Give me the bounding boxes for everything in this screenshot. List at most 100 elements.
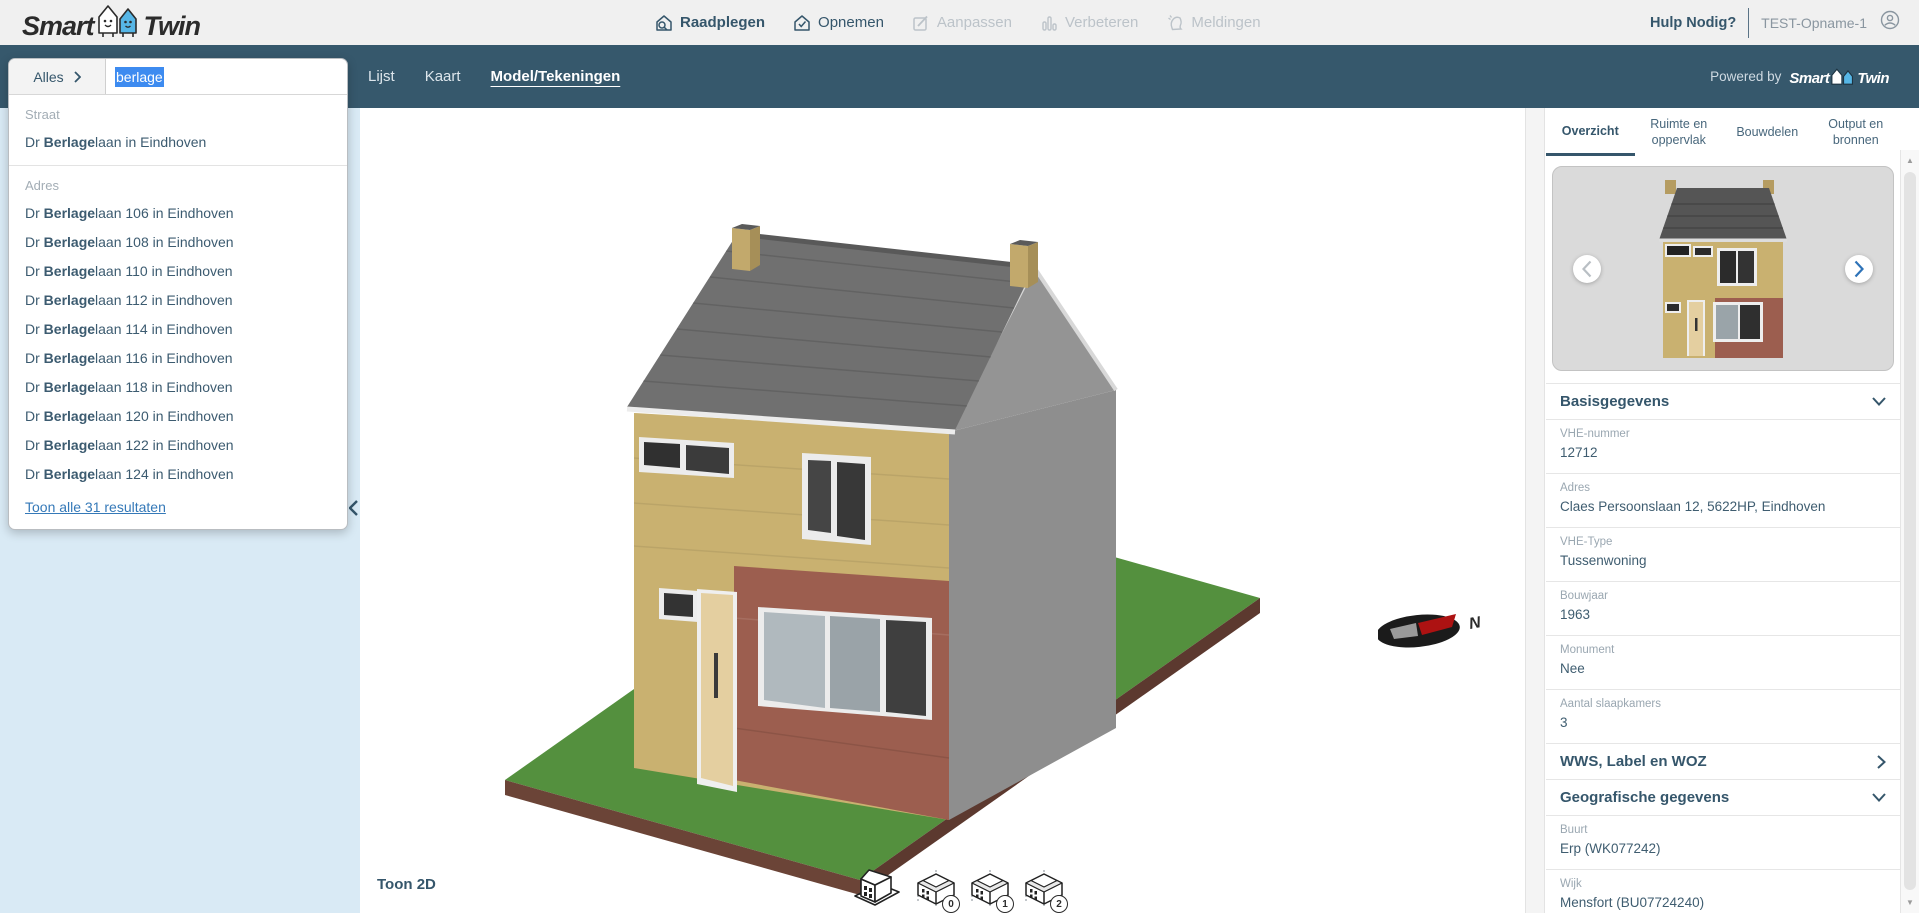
panel-tab-output-en-bronnen[interactable]: Output en bronnen (1812, 108, 1901, 156)
logo-word-twin: Twin (144, 9, 201, 43)
carousel-prev-button[interactable] (1573, 255, 1601, 283)
smart-twin-logo[interactable]: Smart Twin (22, 2, 200, 43)
field-row: AdresClaes Persoonslaan 12, 5622HP, Eind… (1546, 473, 1900, 527)
search-query-selected-text: berlage (115, 67, 164, 87)
floor-2-view-button[interactable]: 2 (1024, 870, 1064, 911)
chevron-right-icon (1854, 260, 1864, 278)
logo-houses-icon (96, 2, 142, 43)
field-label: Wijk (1560, 878, 1886, 890)
panel-tab-overzicht[interactable]: Overzicht (1546, 108, 1635, 156)
user-label: TEST-Opname-1 (1761, 15, 1867, 31)
powered-logo-houses-icon (1830, 67, 1856, 87)
field-value: Nee (1560, 661, 1886, 676)
floor-number-badge: 1 (996, 895, 1014, 913)
search-result-item[interactable]: Dr Berlagelaan 106 in Eindhoven (9, 199, 347, 228)
scroll-down-icon[interactable]: ▼ (1901, 898, 1919, 907)
nav-item-aanpassen[interactable]: Aanpassen (912, 14, 1012, 32)
floor-1-view-button[interactable]: 1 (970, 870, 1010, 911)
section-wws-label-woz[interactable]: WWS, Label en WOZ (1546, 743, 1900, 779)
search-result-item[interactable]: Dr Berlagelaan 108 in Eindhoven (9, 228, 347, 257)
field-label: Adres (1560, 482, 1886, 494)
nav-item-raadplegen[interactable]: Raadplegen (655, 14, 765, 32)
search-result-item[interactable]: Dr Berlagelaan 114 in Eindhoven (9, 315, 347, 344)
chevron-right-icon (74, 71, 81, 83)
search-result-item[interactable]: Dr Berlagelaan 124 in Eindhoven (9, 460, 347, 489)
nav-item-verbeteren[interactable]: Verbeteren (1040, 14, 1138, 32)
help-link[interactable]: Hulp Nodig? (1650, 15, 1736, 31)
chevron-left-icon (349, 500, 358, 516)
search-result-item[interactable]: Dr Berlagelaan 122 in Eindhoven (9, 431, 347, 460)
chimney-right (1010, 240, 1038, 288)
top-header: Smart Twin Raadplegen Opnemen Aanpassen Ver… (0, 0, 1919, 45)
field-value: Erp (WK077242) (1560, 841, 1886, 856)
panel-divider-strip (1525, 108, 1545, 913)
field-label: Monument (1560, 644, 1886, 656)
nav-item-opnemen[interactable]: Opnemen (793, 14, 884, 32)
search-result-item[interactable]: Dr Berlagelaan 116 in Eindhoven (9, 344, 347, 373)
floor-number-badge: 2 (1050, 895, 1068, 913)
panel-tab-bouwdelen[interactable]: Bouwdelen (1723, 108, 1812, 156)
section-geografische-gegevens[interactable]: Geografische gegevens (1546, 779, 1900, 815)
search-input[interactable]: berlage (106, 59, 347, 94)
field-value: Tussenwoning (1560, 553, 1886, 568)
powered-by: Powered by Smart Twin (1710, 45, 1889, 108)
compass-3d[interactable]: N (1378, 603, 1493, 663)
panel-scrollbar[interactable]: ▲ ▼ (1900, 150, 1919, 913)
compass-north-label: N (1468, 614, 1483, 633)
result-group: AdresDr Berlagelaan 106 in EindhovenDr B… (9, 165, 347, 489)
field-value: 3 (1560, 715, 1886, 730)
search-result-item[interactable]: Dr Berlagelaan 118 in Eindhoven (9, 373, 347, 402)
field-row: Buurt Erp (WK077242) (1546, 815, 1900, 869)
field-row: WijkMensfort (BU07724240) (1546, 869, 1900, 913)
search-result-item[interactable]: Dr Berlagelaan in Eindhoven (9, 128, 347, 157)
field-label: Bouwjaar (1560, 590, 1886, 602)
logo-word-smart: Smart (22, 9, 94, 43)
view-tab-kaart[interactable]: Kaart (425, 68, 461, 85)
field-row: Monument Nee (1546, 635, 1900, 689)
search-result-item[interactable]: Dr Berlagelaan 112 in Eindhoven (9, 286, 347, 315)
toon-2d-button[interactable]: Toon 2D (377, 876, 436, 893)
bar-chart-icon (1040, 14, 1058, 32)
whole-house-view-button[interactable] (852, 862, 902, 911)
search-scope-label: Alles (33, 69, 63, 85)
scroll-up-icon[interactable]: ▲ (1901, 156, 1919, 165)
model-3d-view[interactable]: N Toon 2D 012 (360, 108, 1525, 913)
panel-tab-ruimte-en-oppervlak[interactable]: Ruimte en oppervlak (1635, 108, 1724, 156)
header-divider (1748, 8, 1749, 38)
field-row: Bouwjaar 1963 (1546, 581, 1900, 635)
house-3d-icon (852, 862, 902, 908)
chevron-down-icon (1872, 397, 1886, 406)
field-label: Buurt (1560, 824, 1886, 836)
view-tab-model-tekeningen[interactable]: Model/Tekeningen (491, 68, 621, 85)
house-3d-model[interactable] (360, 108, 1525, 914)
header-right: Hulp Nodig? TEST-Opname-1 (1650, 0, 1901, 45)
chevron-right-icon (1877, 755, 1886, 769)
field-label: Aantal slaapkamers (1560, 698, 1886, 710)
search-overlay: Alles berlage StraatDr Berlagelaan in Ei… (8, 58, 348, 530)
section-basisgegevens[interactable]: Basisgegevens (1546, 383, 1900, 419)
result-group-label: Straat (9, 103, 347, 128)
carousel-next-button[interactable] (1845, 255, 1873, 283)
field-value: 12712 (1560, 445, 1886, 460)
search-result-item[interactable]: Dr Berlagelaan 120 in Eindhoven (9, 402, 347, 431)
nav-item-meldingen[interactable]: Meldingen (1166, 14, 1260, 32)
view-tab-lijst[interactable]: Lijst (368, 68, 395, 85)
search-results-dropdown: StraatDr Berlagelaan in Eindhoven AdresDr… (9, 95, 347, 529)
scrollbar-thumb[interactable] (1904, 172, 1916, 890)
chevron-left-icon (1582, 260, 1592, 278)
header-nav: Raadplegen Opnemen Aanpassen Verbeteren Meld… (655, 0, 1261, 45)
view-tools: 012 (852, 862, 1064, 911)
bell-icon (1166, 14, 1184, 32)
search-result-item[interactable]: Dr Berlagelaan 110 in Eindhoven (9, 257, 347, 286)
floor-0-view-button[interactable]: 0 (916, 870, 956, 911)
field-label: VHE-nummer (1560, 428, 1886, 440)
field-label: VHE-Type (1560, 536, 1886, 548)
search-scope-button[interactable]: Alles (9, 59, 106, 94)
show-all-results-link[interactable]: Toon alle 31 resultaten (9, 489, 182, 523)
field-value: 1963 (1560, 607, 1886, 622)
user-account-icon[interactable] (1879, 9, 1901, 36)
field-row: VHE-nummer 12712 (1546, 419, 1900, 473)
search-bar: Alles berlage (9, 59, 347, 95)
result-group: StraatDr Berlagelaan in Eindhoven (9, 95, 347, 157)
detail-panel-tabs: OverzichtRuimte en oppervlakBouwdelenOut… (1546, 108, 1900, 156)
